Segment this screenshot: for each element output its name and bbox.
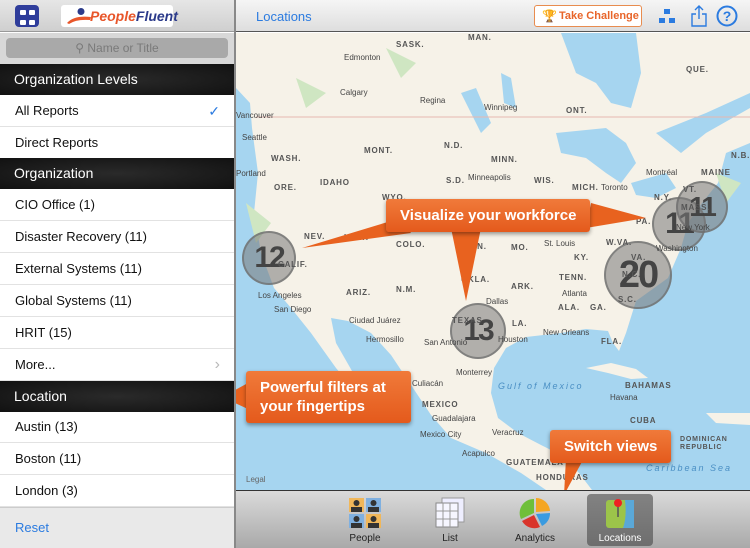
filter-external-systems[interactable]: External Systems (11) [0,253,234,285]
trophy-icon: 🏆 [542,9,557,23]
tab-locations[interactable]: Locations [587,494,653,546]
sidebar-header: PeopleFluent [0,0,234,32]
filter-more[interactable]: More... › [0,349,234,381]
filter-direct-reports[interactable]: Direct Reports [0,127,234,159]
sidebar: PeopleFluent ⚲ Name or Title Organizatio… [0,0,234,548]
share-icon[interactable] [691,5,707,27]
help-icon[interactable]: ? [716,5,738,27]
callout-switch-views: Switch views [550,430,672,463]
pie-chart-icon [519,497,551,529]
locations-map[interactable]: SASK. MAN. QUE. ONT. N.B. MAINE WASH. MO… [236,33,750,490]
list-grid-icon [435,497,465,528]
filter-cio-office[interactable]: CIO Office (1) [0,189,234,221]
apps-grid-icon[interactable] [15,5,39,27]
filter-hrit[interactable]: HRIT (15) [0,317,234,349]
search-bar: ⚲ Name or Title [0,33,234,64]
sidebar-footer: Reset [0,507,234,548]
reset-button[interactable]: Reset [15,520,49,535]
org-chart-icon[interactable] [658,8,676,24]
filter-austin[interactable]: Austin (13) [0,411,234,443]
section-header-organization-levels: Organization Levels [0,64,234,95]
filter-disaster-recovery[interactable]: Disaster Recovery (11) [0,221,234,253]
people-icon [349,498,381,528]
tab-list[interactable]: List [417,494,483,546]
svg-text:?: ? [723,8,732,24]
tab-people[interactable]: People [332,494,398,546]
callout-visualize: Visualize your workforce [386,199,591,232]
take-challenge-button[interactable]: 🏆 Take Challenge [534,5,642,27]
filter-boston[interactable]: Boston (11) [0,443,234,475]
chevron-right-icon: › [214,356,220,373]
callout-filters: Powerful filters at your fingertips [246,371,411,423]
view-tab-bar: People List Analytics Locations [236,490,750,548]
map-pin-icon [606,499,634,528]
page-title: Locations [256,9,312,24]
section-header-location: Location [0,381,234,412]
checkmark-icon: ✓ [208,103,220,119]
filter-global-systems[interactable]: Global Systems (11) [0,285,234,317]
filter-all-reports[interactable]: All Reports ✓ [0,95,234,127]
top-toolbar: Locations 🏆 Take Challenge ? [236,0,750,32]
section-header-organization: Organization [0,158,234,189]
search-icon: ⚲ [75,41,88,55]
search-input[interactable]: ⚲ Name or Title [6,38,228,58]
brand-logo: PeopleFluent [61,5,178,27]
tab-analytics[interactable]: Analytics [502,494,568,546]
filter-london[interactable]: London (3) [0,475,234,507]
